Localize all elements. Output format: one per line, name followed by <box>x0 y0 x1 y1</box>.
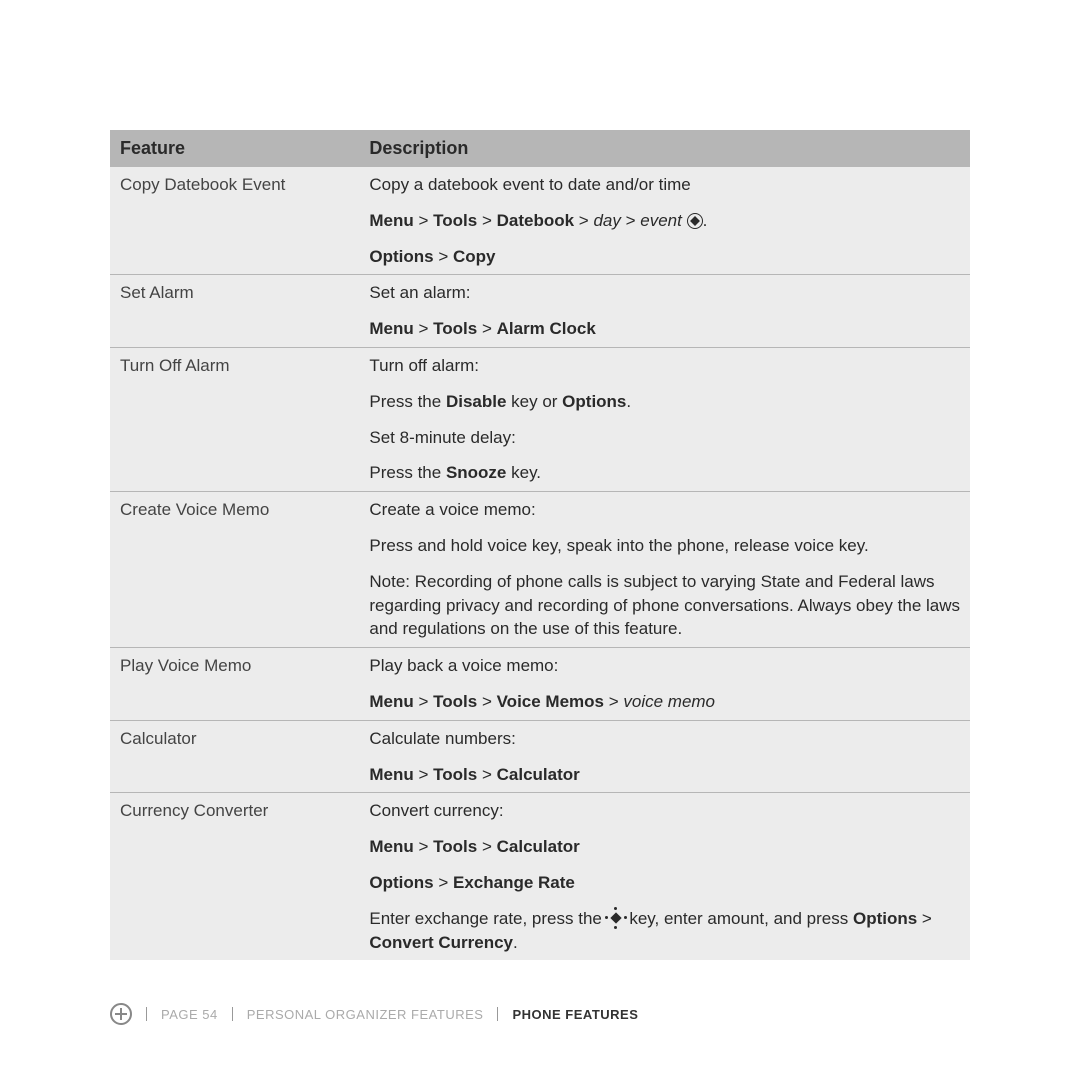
menu-label: Tools <box>433 211 477 230</box>
variable: day <box>593 211 620 230</box>
select-icon <box>687 213 703 229</box>
feature-name: Copy Datebook Event <box>110 167 359 275</box>
text: Enter exchange rate, press the <box>369 909 606 928</box>
cell: Create a voice memo: <box>359 492 970 528</box>
cell: Press the Disable key or Options. <box>359 384 970 420</box>
cell: Enter exchange rate, press the key, ente… <box>359 901 970 961</box>
menu-label: Convert Currency <box>369 933 513 952</box>
table-row: Currency Converter Convert currency: <box>110 793 970 829</box>
feature-name: Currency Converter <box>110 793 359 960</box>
menu-label: Copy <box>453 247 496 266</box>
cell: Menu > Tools > Voice Memos > voice memo <box>359 684 970 720</box>
feature-name: Play Voice Memo <box>110 648 359 721</box>
cell: Press the Snooze key. <box>359 455 970 491</box>
cell: Set an alarm: <box>359 275 970 311</box>
menu-label: Menu <box>369 837 413 856</box>
menu-label: Menu <box>369 765 413 784</box>
menu-label: Alarm Clock <box>497 319 596 338</box>
feature-name: Create Voice Memo <box>110 492 359 648</box>
menu-label: Tools <box>433 692 477 711</box>
text: Press the <box>369 463 446 482</box>
cell: Menu > Tools > Alarm Clock <box>359 311 970 347</box>
menu-label: Menu <box>369 211 413 230</box>
cell: Copy a datebook event to date and/or tim… <box>359 167 970 203</box>
variable: voice memo <box>623 692 715 711</box>
divider <box>232 1007 233 1021</box>
page-footer: PAGE 54 PERSONAL ORGANIZER FEATURES PHON… <box>110 1003 638 1025</box>
table-row: Copy Datebook Event Copy a datebook even… <box>110 167 970 203</box>
menu-label: Voice Memos <box>497 692 604 711</box>
cell: Calculate numbers: <box>359 720 970 756</box>
table-header-row: Feature Description <box>110 130 970 167</box>
text: Press the <box>369 392 446 411</box>
key-label: Disable <box>446 392 506 411</box>
menu-label: Tools <box>433 837 477 856</box>
cell: Menu > Tools > Datebook > day > event . <box>359 203 970 239</box>
table-row: Create Voice Memo Create a voice memo: <box>110 492 970 528</box>
header-description: Description <box>359 130 970 167</box>
table-row: Turn Off Alarm Turn off alarm: <box>110 347 970 383</box>
cell: Options > Copy <box>359 239 970 275</box>
text: key or <box>506 392 562 411</box>
table-row: Calculator Calculate numbers: <box>110 720 970 756</box>
cell: Menu > Tools > Calculator <box>359 757 970 793</box>
menu-label: Options <box>369 247 433 266</box>
chapter-title: PHONE FEATURES <box>512 1007 638 1022</box>
section-title: PERSONAL ORGANIZER FEATURES <box>247 1007 484 1022</box>
menu-label: Menu <box>369 692 413 711</box>
feature-name: Set Alarm <box>110 275 359 348</box>
menu-label: Options <box>853 909 917 928</box>
menu-label: Menu <box>369 319 413 338</box>
table-row: Set Alarm Set an alarm: <box>110 275 970 311</box>
menu-label: Datebook <box>497 211 574 230</box>
menu-label: Tools <box>433 765 477 784</box>
variable: event <box>640 211 682 230</box>
header-feature: Feature <box>110 130 359 167</box>
menu-label: Exchange Rate <box>453 873 575 892</box>
feature-table: Feature Description Copy Datebook Event … <box>110 130 970 960</box>
feature-name: Calculator <box>110 720 359 793</box>
page-number: PAGE 54 <box>161 1007 218 1022</box>
cell: Play back a voice memo: <box>359 648 970 684</box>
cell: Convert currency: <box>359 793 970 829</box>
divider <box>497 1007 498 1021</box>
menu-label: Tools <box>433 319 477 338</box>
table-row: Play Voice Memo Play back a voice memo: <box>110 648 970 684</box>
menu-label: Options <box>369 873 433 892</box>
divider <box>146 1007 147 1021</box>
nav-key-icon <box>607 909 625 927</box>
document-page: Feature Description Copy Datebook Event … <box>0 0 1080 1080</box>
menu-label: Calculator <box>497 765 580 784</box>
cell: Set 8-minute delay: <box>359 420 970 456</box>
cell: Note: Recording of phone calls is subjec… <box>359 564 970 648</box>
text: key. <box>506 463 541 482</box>
cell: Options > Exchange Rate <box>359 865 970 901</box>
cell: Turn off alarm: <box>359 347 970 383</box>
key-label: Snooze <box>446 463 506 482</box>
cell: Press and hold voice key, speak into the… <box>359 528 970 564</box>
key-label: Options <box>562 392 626 411</box>
text: key, enter amount, and press <box>625 909 853 928</box>
cell: Menu > Tools > Calculator <box>359 829 970 865</box>
feature-name: Turn Off Alarm <box>110 347 359 491</box>
menu-label: Calculator <box>497 837 580 856</box>
brand-logo-icon <box>110 1003 132 1025</box>
